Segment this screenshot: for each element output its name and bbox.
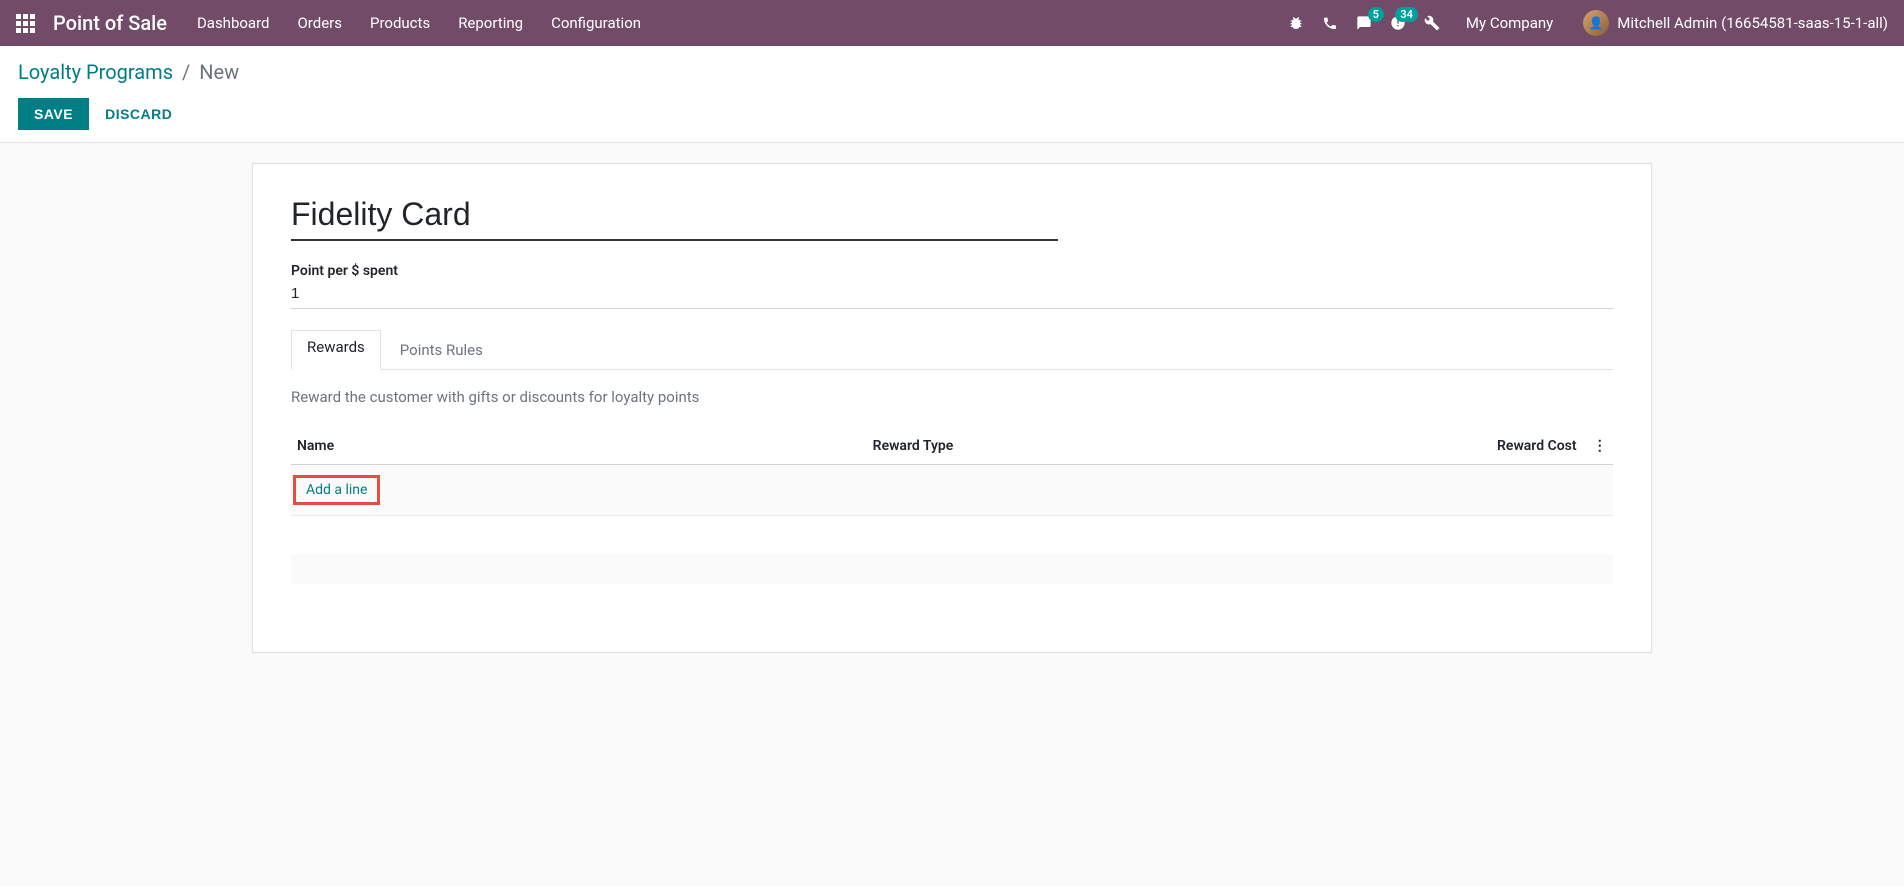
spacer-row xyxy=(291,554,1613,584)
point-label: Point per $ spent xyxy=(291,263,1613,279)
table-header: Name Reward Type Reward Cost ⋮ xyxy=(291,428,1613,465)
user-menu[interactable]: 👤 Mitchell Admin (16654581-saas-15-1-all… xyxy=(1583,10,1888,36)
form-sheet: Point per $ spent Rewards Points Rules R… xyxy=(252,163,1652,653)
col-name: Name xyxy=(291,438,873,454)
subheader: Loyalty Programs / New SAVE DISCARD xyxy=(0,46,1904,143)
app-brand[interactable]: Point of Sale xyxy=(53,11,167,35)
messages-icon[interactable]: 5 xyxy=(1356,15,1372,31)
rewards-table: Name Reward Type Reward Cost ⋮ Add a lin… xyxy=(291,428,1613,584)
phone-icon[interactable] xyxy=(1322,15,1338,31)
col-cost: Reward Cost xyxy=(1401,438,1586,454)
nav-dashboard[interactable]: Dashboard xyxy=(197,14,270,32)
nav-links: Dashboard Orders Products Reporting Conf… xyxy=(197,14,1288,32)
activities-badge: 34 xyxy=(1395,7,1418,22)
avatar: 👤 xyxy=(1583,10,1609,36)
nav-reporting[interactable]: Reporting xyxy=(458,14,523,32)
company-selector[interactable]: My Company xyxy=(1466,14,1553,32)
table-row: Add a line xyxy=(291,465,1613,516)
activities-icon[interactable]: 34 xyxy=(1390,15,1406,31)
tabs: Rewards Points Rules xyxy=(291,329,1613,370)
apps-icon[interactable] xyxy=(16,14,35,33)
rewards-description: Reward the customer with gifts or discou… xyxy=(291,388,1613,406)
kebab-icon[interactable]: ⋮ xyxy=(1587,438,1613,454)
breadcrumb-current: New xyxy=(199,60,239,84)
discard-button[interactable]: DISCARD xyxy=(105,98,172,130)
tab-points-rules[interactable]: Points Rules xyxy=(381,330,502,370)
col-type: Reward Type xyxy=(873,438,1402,454)
breadcrumb-parent[interactable]: Loyalty Programs xyxy=(18,60,173,84)
nav-right: 5 34 My Company 👤 Mitchell Admin (166545… xyxy=(1288,10,1888,36)
action-bar: SAVE DISCARD xyxy=(18,98,1886,142)
save-button[interactable]: SAVE xyxy=(18,98,89,130)
point-per-spent-field: Point per $ spent xyxy=(291,263,1613,309)
bug-icon[interactable] xyxy=(1288,15,1304,31)
add-line-link[interactable]: Add a line xyxy=(293,475,380,505)
program-name-input[interactable] xyxy=(291,192,1058,241)
nav-orders[interactable]: Orders xyxy=(297,14,342,32)
messages-badge: 5 xyxy=(1368,7,1384,22)
nav-products[interactable]: Products xyxy=(370,14,430,32)
top-nav: Point of Sale Dashboard Orders Products … xyxy=(0,0,1904,46)
user-name: Mitchell Admin (16654581-saas-15-1-all) xyxy=(1617,14,1888,32)
point-input[interactable] xyxy=(291,283,1613,304)
tab-rewards[interactable]: Rewards xyxy=(291,330,381,370)
tools-icon[interactable] xyxy=(1424,15,1440,31)
breadcrumb: Loyalty Programs / New xyxy=(18,60,1886,84)
nav-configuration[interactable]: Configuration xyxy=(551,14,641,32)
